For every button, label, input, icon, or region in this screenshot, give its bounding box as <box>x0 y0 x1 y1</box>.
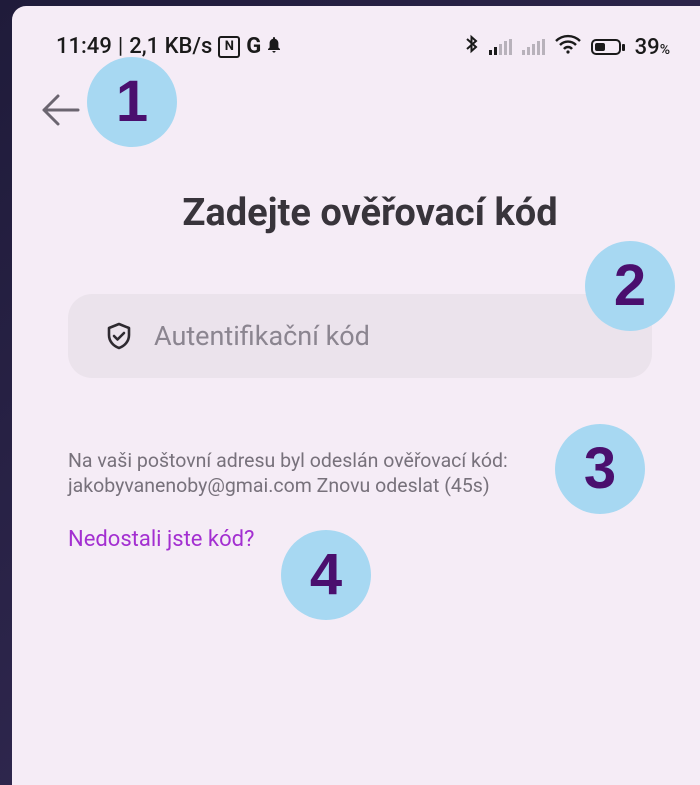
google-icon: G <box>246 34 262 59</box>
bell-icon <box>267 34 281 59</box>
status-right: 39% <box>465 34 670 60</box>
signal-1-icon <box>488 39 512 55</box>
battery-icon <box>590 39 625 55</box>
code-field[interactable] <box>68 294 652 378</box>
battery-percentage: 39% <box>634 34 670 60</box>
arrow-left-icon <box>42 94 80 126</box>
verification-code-input[interactable] <box>152 319 596 353</box>
status-network-speed: 2,1 KB/s <box>129 34 213 59</box>
status-left: 11:49 | 2,1 KB/s N G <box>56 34 281 59</box>
annotation-badge-3: 3 <box>555 424 645 514</box>
back-button[interactable] <box>38 90 82 130</box>
wifi-icon <box>554 34 581 60</box>
status-time: 11:49 <box>56 34 112 59</box>
signal-2-icon <box>521 39 545 55</box>
annotation-badge-4: 4 <box>281 530 371 620</box>
info-line-2: jakobyvanenoby@gmai.com Znovu odeslat (4… <box>68 473 588 498</box>
status-separator: | <box>117 34 124 59</box>
resend-button[interactable]: Znovu odeslat (45s) <box>317 474 490 497</box>
nfc-icon: N <box>218 35 241 58</box>
shield-check-icon <box>104 321 134 351</box>
info-line: Na vaši poštovní adresu byl odeslán ověř… <box>68 449 508 472</box>
info-text: Na vaši poštovní adresu byl odeslán ověř… <box>68 448 588 498</box>
annotation-badge-1: 1 <box>87 57 177 147</box>
no-code-link[interactable]: Nedostali jste kód? <box>68 527 254 552</box>
email-address: jakobyvanenoby@gmai.com <box>68 474 312 497</box>
bluetooth-icon <box>465 34 479 60</box>
page-title: Zadejte ověřovací kód <box>182 191 558 235</box>
annotation-badge-2: 2 <box>585 241 675 331</box>
